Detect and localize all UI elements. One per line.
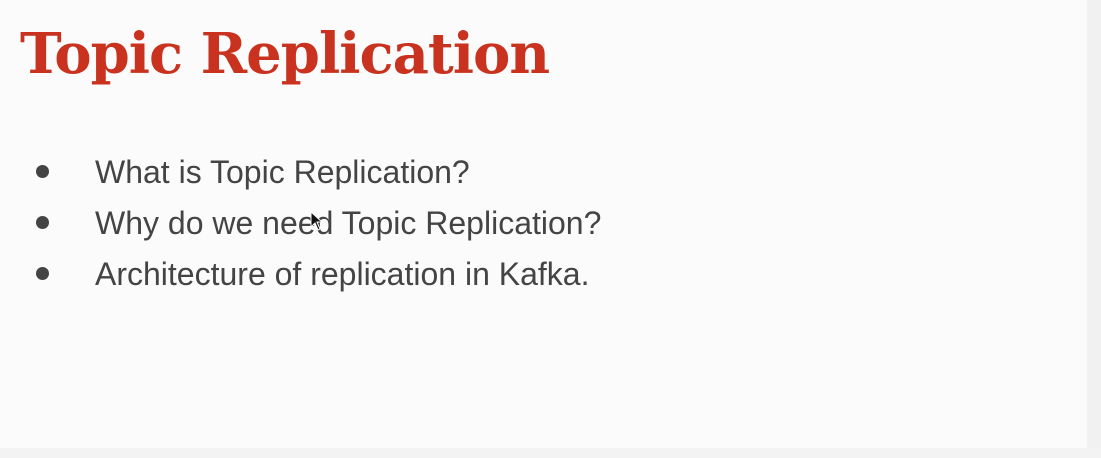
bullet-dot-icon	[36, 267, 49, 280]
bullet-item: Architecture of replication in Kafka.	[36, 248, 601, 299]
slide-title: Topic Replication	[20, 21, 550, 87]
bullet-text: Architecture of replication in Kafka.	[95, 255, 590, 292]
slide-bottom-edge	[0, 448, 1101, 458]
presentation-slide: Topic Replication What is Topic Replicat…	[0, 0, 1101, 458]
bullet-item: What is Topic Replication?	[36, 146, 601, 197]
bullet-dot-icon	[36, 165, 49, 178]
slide-right-edge	[1087, 0, 1101, 458]
bullet-text: Why do we need Topic Replication?	[95, 204, 602, 241]
bullet-text: What is Topic Replication?	[95, 153, 470, 190]
mouse-pointer-icon	[310, 211, 324, 231]
bullet-dot-icon	[36, 216, 49, 229]
